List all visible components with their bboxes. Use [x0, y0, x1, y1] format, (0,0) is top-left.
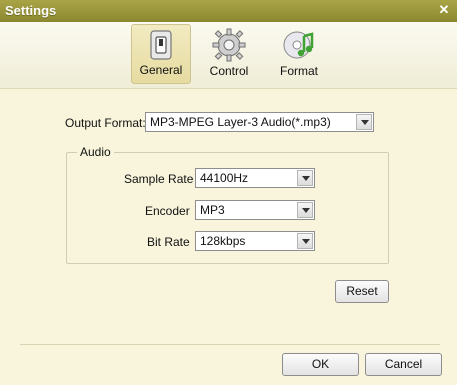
tab-control[interactable]: Control — [199, 24, 259, 84]
sample-rate-select[interactable]: 44100Hz — [195, 168, 315, 188]
audio-group-legend: Audio — [77, 145, 114, 159]
tab-general[interactable]: General — [131, 24, 191, 84]
gear-icon — [212, 28, 246, 62]
disc-music-icon — [283, 31, 314, 59]
output-format-select[interactable]: MP3-MPEG Layer-3 Audio(*.mp3) — [145, 112, 374, 132]
chevron-down-icon[interactable] — [297, 170, 313, 186]
tab-format-label: Format — [279, 64, 318, 78]
chevron-down-icon[interactable] — [356, 114, 372, 130]
tab-control-label: Control — [209, 64, 249, 78]
cancel-button[interactable]: Cancel — [365, 353, 442, 376]
ok-button[interactable]: OK — [282, 353, 359, 376]
encoder-select[interactable]: MP3 — [195, 200, 315, 220]
encoder-label: Encoder — [145, 204, 190, 218]
tab-general-label: General — [139, 63, 183, 77]
divider — [20, 344, 440, 345]
chevron-down-icon[interactable] — [297, 233, 313, 249]
output-format-value: MP3-MPEG Layer-3 Audio(*.mp3) — [150, 115, 331, 129]
bit-rate-select[interactable]: 128kbps — [195, 231, 315, 251]
sample-rate-label: Sample Rate — [124, 172, 194, 186]
tab-format[interactable]: Format — [269, 24, 329, 84]
settings-toolbar: General Control Format — [0, 22, 457, 89]
close-icon[interactable]: ✕ — [437, 2, 451, 18]
reset-button[interactable]: Reset — [335, 280, 389, 303]
output-format-label: Output Format: — [65, 116, 146, 130]
window-title: Settings — [5, 3, 57, 18]
bit-rate-label: Bit Rate — [147, 235, 190, 249]
encoder-value: MP3 — [200, 203, 225, 217]
title-bar: Settings ✕ — [0, 0, 457, 22]
chevron-down-icon[interactable] — [297, 202, 313, 218]
bit-rate-value: 128kbps — [200, 234, 246, 248]
switch-icon — [150, 30, 172, 60]
sample-rate-value: 44100Hz — [200, 171, 249, 185]
